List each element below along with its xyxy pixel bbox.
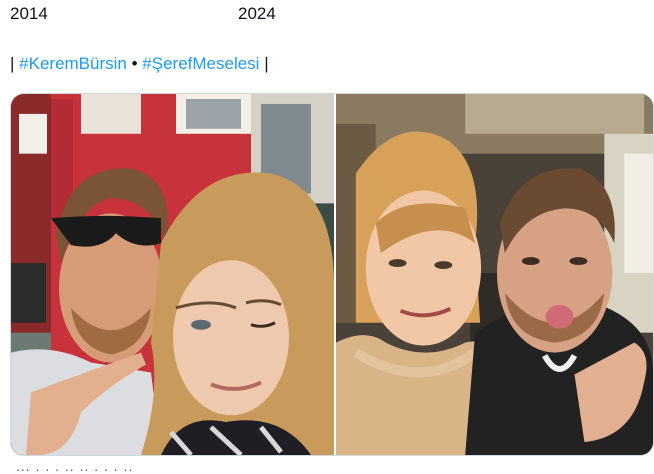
hashtag-kerem-bursin-link[interactable]: #KeremBürsin: [19, 54, 127, 73]
pipe-separator: |: [10, 54, 15, 73]
truncated-caption-text: ... . . . .. .. . . . ..: [16, 458, 134, 474]
bullet-separator: •: [131, 54, 138, 73]
media-grid: [10, 93, 654, 456]
photo-2024[interactable]: [336, 94, 653, 455]
selfie-photo-icon: [11, 94, 334, 455]
pipe-separator-end: |: [264, 54, 269, 73]
selfie-photo-icon-2024: [336, 94, 653, 455]
photo-2014[interactable]: [11, 94, 334, 455]
hashtag-line: | #KeremBürsin • #ŞerefMeselesi |: [10, 54, 269, 74]
hashtag-seref-meselesi-link[interactable]: #ŞerefMeselesi: [142, 54, 259, 73]
year-2014-label: 2014: [10, 4, 48, 23]
year-2024-label: 2024: [238, 4, 276, 23]
